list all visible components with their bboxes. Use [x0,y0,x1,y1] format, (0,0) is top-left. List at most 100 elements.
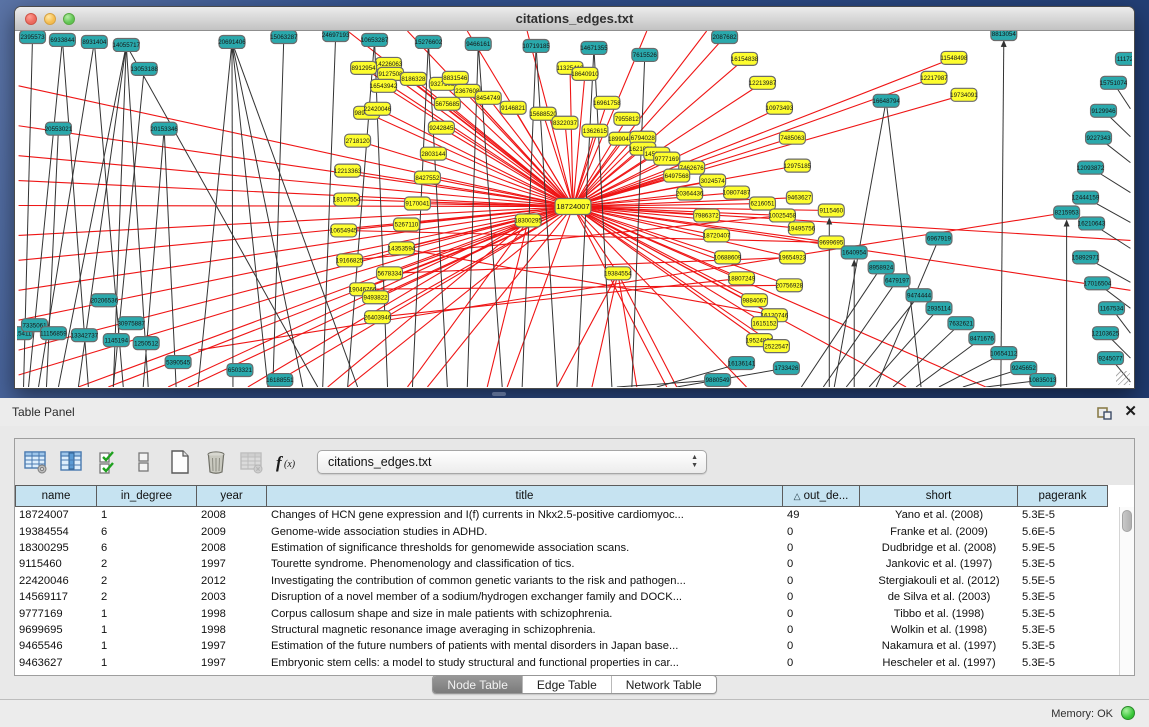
network-node[interactable]: 22420046 [364,102,392,115]
table-scrollbar-thumb[interactable] [1122,510,1132,532]
delete-column-button[interactable] [201,447,231,477]
network-node[interactable]: 6967919 [926,232,952,245]
network-edge[interactable] [428,42,447,387]
network-node[interactable]: 15751074 [1100,76,1128,89]
network-node[interactable]: 20553021 [45,122,73,135]
network-node[interactable]: 1362615 [582,124,608,137]
network-node[interactable]: 1733426 [773,362,799,375]
network-node[interactable]: 15892971 [1072,251,1100,264]
network-node[interactable]: 18720407 [703,229,731,242]
network-node[interactable]: 8322037 [552,116,578,129]
network-edge[interactable] [916,338,982,387]
network-edge[interactable] [1001,41,1004,387]
network-node[interactable]: 16154838 [731,52,759,65]
network-edge[interactable] [19,207,573,376]
network-node[interactable]: 19734091 [950,88,978,101]
network-node[interactable]: 9146821 [500,101,526,114]
network-node[interactable]: 7485063 [779,131,805,144]
close-icon[interactable]: ✕ [1124,402,1137,420]
network-node[interactable]: 26403946 [364,311,392,324]
network-node[interactable]: 8471676 [969,332,995,345]
network-node[interactable]: 8215953 [1054,206,1080,219]
network-node[interactable]: 30975887 [118,317,146,330]
network-edge[interactable] [592,273,618,387]
table-row[interactable]: 911546021997Tourette syndrome. Phenomeno… [15,556,1119,572]
network-edge[interactable] [198,42,232,387]
network-node[interactable]: 18300295 [514,214,542,227]
network-node[interactable]: 12103625 [1092,327,1120,340]
network-node[interactable]: 10719185 [522,39,550,52]
network-node[interactable]: 13053188 [130,62,158,75]
delete-table-button[interactable] [237,447,267,477]
column-header[interactable]: title [267,485,783,507]
network-node[interactable]: 12217987 [920,71,948,84]
network-node[interactable]: 6503321 [227,364,253,377]
network-node[interactable]: 2087682 [712,31,738,43]
network-node[interactable]: 1640954 [841,246,867,259]
network-node[interactable]: 9880549 [705,374,731,387]
network-node[interactable]: 20756928 [776,279,804,292]
network-node[interactable]: 2803144 [420,147,446,160]
network-node[interactable]: 5678334 [377,267,403,280]
network-edge[interactable] [19,207,573,351]
network-edge[interactable] [441,128,573,207]
network-node[interactable]: 19384554 [604,267,632,280]
canvas-resize-grip[interactable] [1116,371,1130,385]
network-node[interactable]: 16961758 [593,96,621,109]
network-node[interactable]: 19166825 [336,254,364,267]
network-node[interactable]: 2935114 [926,302,952,315]
network-node[interactable]: 8186328 [400,72,426,85]
network-node[interactable]: 14671355 [580,41,608,54]
network-node[interactable]: 8958924 [868,261,894,274]
network-graph[interactable]: 2395573693384489314041405571720691406150… [17,31,1132,387]
network-node[interactable]: 24697193 [322,31,350,41]
network-node[interactable]: 18807249 [728,272,756,285]
network-node[interactable]: 16136141 [728,357,756,370]
network-node[interactable]: 16210643 [1078,217,1106,230]
network-edge[interactable] [126,45,317,387]
window-titlebar[interactable]: citations_edges.txt [15,7,1134,31]
network-node[interactable]: 10688609 [714,251,742,264]
network-node[interactable]: 5675685 [434,97,460,110]
network-node[interactable]: 7986372 [694,209,720,222]
network-node[interactable]: 9129946 [1091,104,1117,117]
network-node[interactable]: 10654945 [330,224,358,237]
network-node[interactable]: 12975185 [784,159,812,172]
network-node[interactable]: 1167534 [1099,302,1125,315]
table-row[interactable]: 2242004622012Investigating the contribut… [15,573,1119,589]
network-edge[interactable] [164,129,176,387]
network-node[interactable]: 19654923 [779,251,807,264]
column-header[interactable]: △out_de... [783,485,860,507]
network-edge[interactable] [232,42,233,387]
network-node[interactable]: 5390545 [165,356,191,369]
network-edge[interactable] [823,280,897,387]
network-node[interactable]: 8831546 [442,71,468,84]
network-node[interactable]: 1250512 [133,337,159,350]
network-node[interactable]: 11156859 [40,327,67,340]
network-node[interactable]: 13342737 [71,329,99,342]
network-node[interactable]: 12093872 [1077,161,1105,174]
network-node[interactable]: 7615526 [632,48,658,61]
network-node[interactable]: 6933844 [49,33,75,46]
network-node[interactable]: 18640910 [571,67,599,80]
network-node[interactable]: 8912954 [351,61,377,74]
column-header[interactable]: in_degree [97,485,197,507]
table-selector-dropdown[interactable]: citations_edges.txt ▲▼ [317,450,707,474]
table-scrollbar[interactable] [1119,507,1134,675]
network-node[interactable]: 12213363 [334,164,362,177]
network-node[interactable]: 5267110 [394,218,420,231]
network-node[interactable]: 9245652 [1011,362,1037,375]
network-edge[interactable] [893,323,961,387]
table-row[interactable]: 946362711997Embryonic stem cells: a mode… [15,655,1119,671]
network-node[interactable]: 12444159 [1072,191,1100,204]
network-edge[interactable] [348,40,375,387]
selection-mode-button[interactable] [93,447,123,477]
column-header[interactable]: name [15,485,97,507]
network-node[interactable]: 8427552 [414,171,440,184]
split-divider-grip[interactable] [492,392,506,396]
network-node[interactable]: 16648794 [872,94,900,107]
network-node[interactable]: 8931404 [81,35,107,48]
network-node[interactable]: 10973493 [766,101,794,114]
network-node[interactable]: 10653287 [361,33,389,46]
network-node[interactable]: 9777169 [654,152,680,165]
